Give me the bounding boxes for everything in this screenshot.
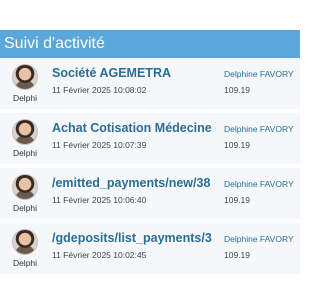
activity-date: 11 Février 2025 10:02:45 (52, 250, 147, 260)
activity-list: Delphi Société AGEMETRA 11 Février 2025 … (0, 58, 300, 278)
avatar-name: Delphi (12, 148, 38, 158)
avatar-block[interactable]: Delphi (10, 119, 40, 158)
avatar[interactable] (12, 64, 38, 90)
activity-title-link[interactable]: Société AGEMETRA (52, 66, 216, 80)
activity-ip: 109.19 (224, 250, 250, 260)
activity-user-link[interactable]: Delphine FAVORY (224, 234, 300, 244)
panel-title: Suivi d'activité (4, 35, 105, 52)
activity-date: 11 Février 2025 10:06:40 (52, 195, 147, 205)
avatar-block[interactable]: Delphi (10, 174, 40, 213)
avatar-name: Delphi (12, 203, 38, 213)
activity-title-link[interactable]: /gdeposits/list_payments/3 (52, 231, 216, 245)
activity-ip: 109.19 (224, 195, 250, 205)
activity-row: Delphi Société AGEMETRA 11 Février 2025 … (0, 58, 300, 109)
avatar-name: Delphi (12, 258, 38, 268)
activity-ip: 109.19 (224, 85, 250, 95)
avatar[interactable] (12, 229, 38, 255)
activity-user-link[interactable]: Delphine FAVORY (224, 179, 300, 189)
avatar-block[interactable]: Delphi (10, 229, 40, 268)
activity-ip: 109.19 (224, 140, 250, 150)
activity-title-link[interactable]: Achat Cotisation Médecine c (52, 121, 216, 135)
avatar[interactable] (12, 174, 38, 200)
avatar-name: Delphi (12, 93, 38, 103)
avatar[interactable] (12, 119, 38, 145)
activity-date: 11 Février 2025 10:08:02 (52, 85, 147, 95)
activity-user-link[interactable]: Delphine FAVORY (224, 69, 300, 79)
activity-row: Delphi /gdeposits/list_payments/3 11 Fév… (0, 223, 300, 274)
activity-row: Delphi /emitted_payments/new/38 11 Févri… (0, 168, 300, 219)
avatar-block[interactable]: Delphi (10, 64, 40, 103)
panel-header: Suivi d'activité (0, 30, 300, 58)
activity-panel: Suivi d'activité Delphi Société AGEMETRA… (0, 30, 300, 274)
activity-row: Delphi Achat Cotisation Médecine c 11 Fé… (0, 113, 300, 164)
activity-title-link[interactable]: /emitted_payments/new/38 (52, 176, 216, 190)
activity-user-link[interactable]: Delphine FAVORY (224, 124, 300, 134)
activity-date: 11 Février 2025 10:07:39 (52, 140, 147, 150)
